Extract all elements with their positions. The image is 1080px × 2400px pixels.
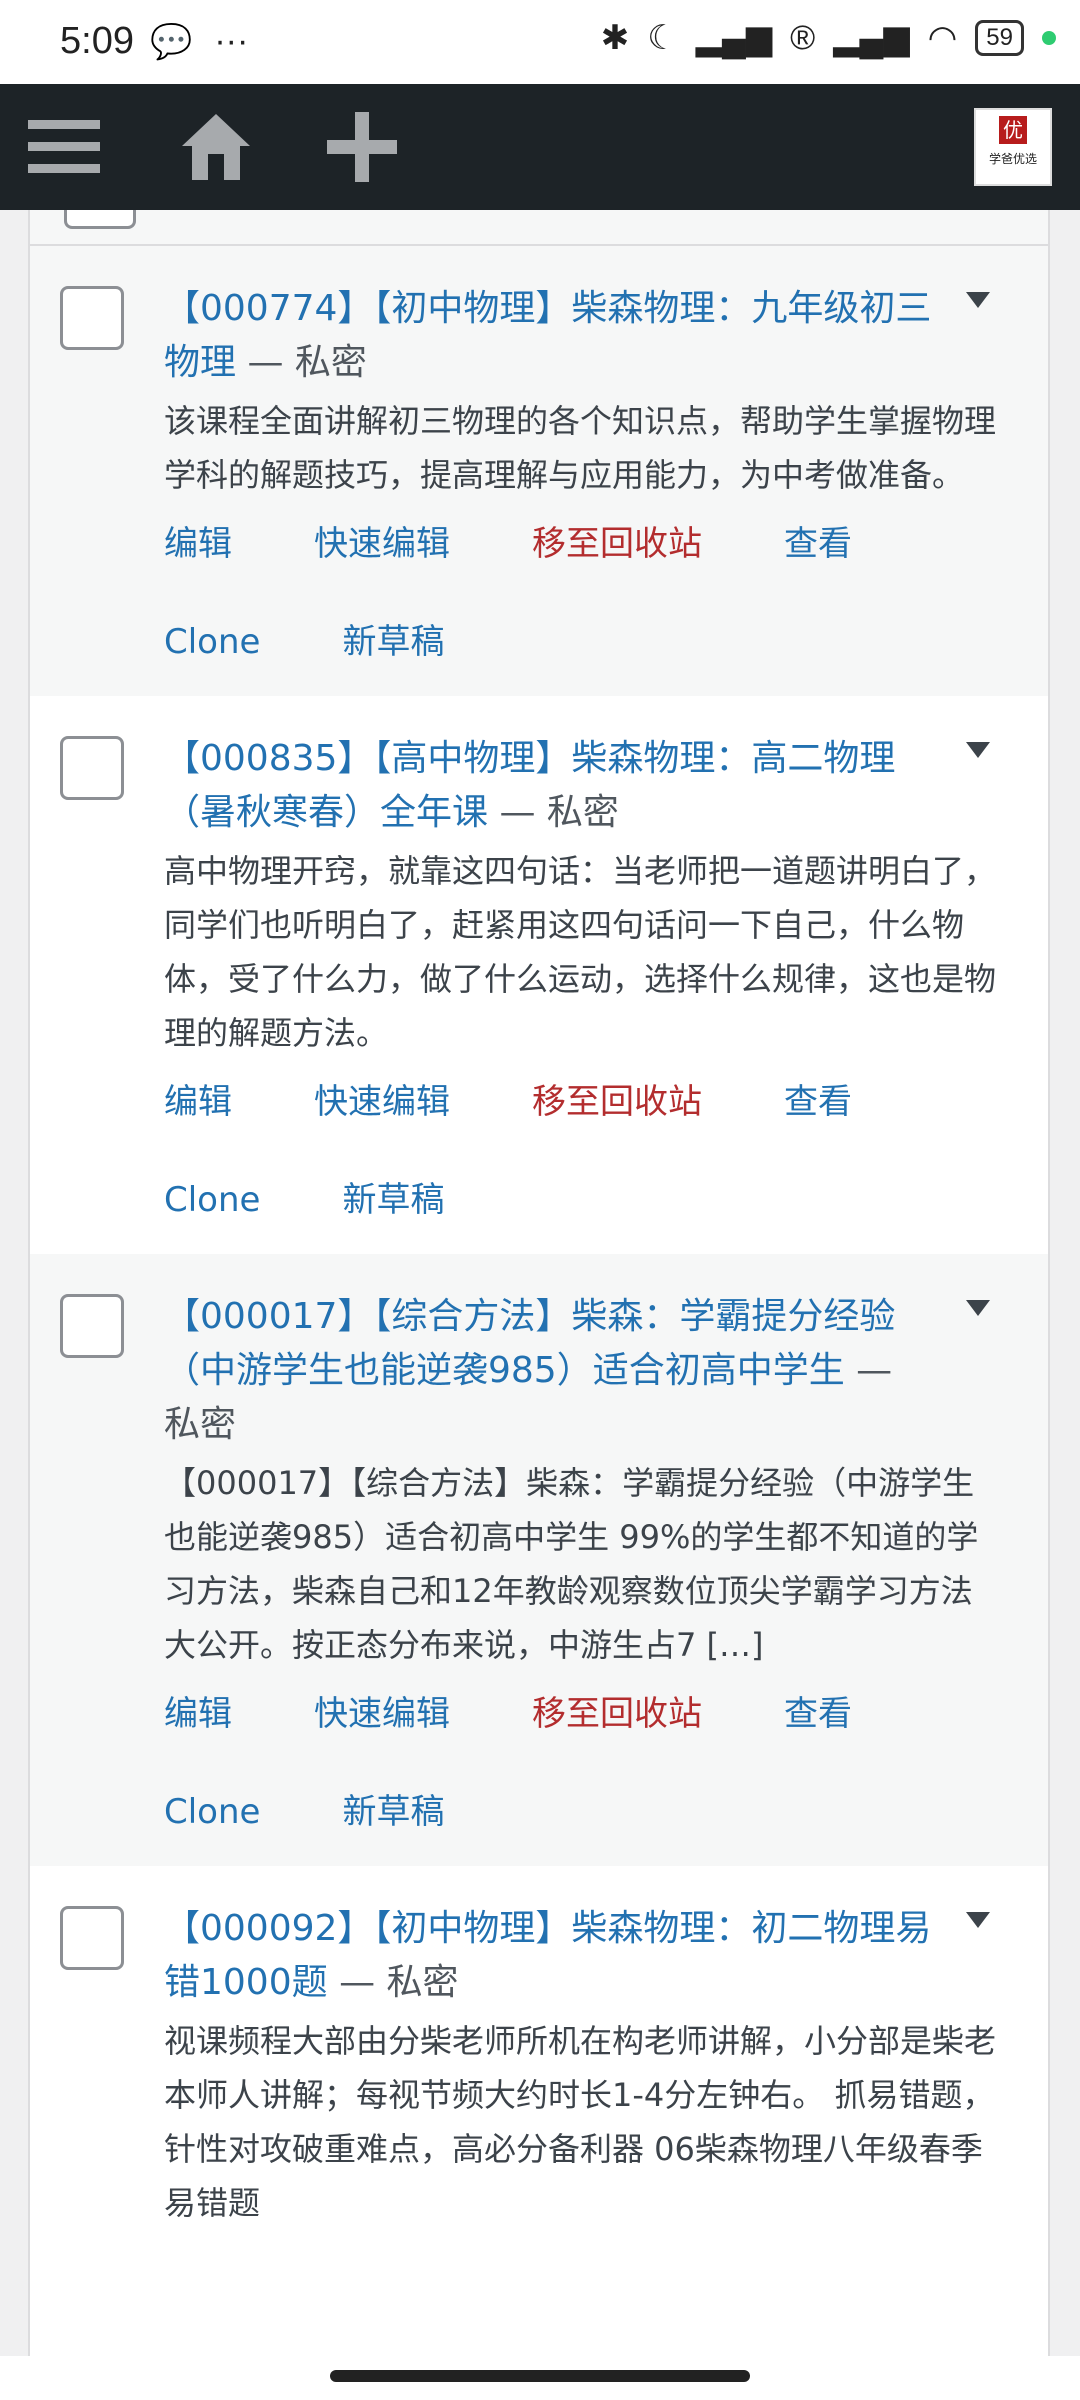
edit-link[interactable]: 编辑 [164, 524, 232, 564]
site-logo[interactable]: 优 学爸优选 [974, 108, 1052, 186]
row-actions: 编辑 快速编辑 移至回收站 查看 Clone 新草稿 [164, 1694, 998, 1832]
signal-icon: ▂▄▆ [695, 19, 773, 57]
post-checkbox[interactable] [60, 1294, 124, 1358]
edit-link[interactable]: 编辑 [164, 1694, 232, 1734]
post-row: 【000017】【综合方法】柴森：学霸提分经验（中游学生也能逆袭985）适合初高… [30, 1254, 1048, 1866]
edit-link[interactable]: 编辑 [164, 1082, 232, 1122]
status-bar: 5:09 💬 ··· ✱ ☾ ▂▄▆ ® ▂▄▆ ◠ 59 [0, 0, 1080, 84]
trash-link[interactable]: 移至回收站 [532, 524, 702, 564]
home-icon[interactable] [176, 110, 256, 184]
logo-text: 学爸优选 [988, 152, 1037, 166]
quick-edit-link[interactable]: 快速编辑 [314, 1082, 450, 1122]
more-notifications-icon: ··· [214, 22, 249, 60]
view-link[interactable]: 查看 [784, 524, 852, 564]
post-excerpt: 【000017】【综合方法】柴森：学霸提分经验（中游学生也能逆袭985）适合初高… [164, 1464, 979, 1664]
trash-link[interactable]: 移至回收站 [532, 1694, 702, 1734]
post-checkbox[interactable] [60, 286, 124, 350]
new-draft-link[interactable]: 新草稿 [342, 1180, 444, 1220]
menu-icon[interactable] [24, 110, 104, 184]
post-excerpt: 视课频程大部由分柴老师所机在构老师讲解，小分部是柴老本师人讲解；每视节频大约时长… [164, 2022, 997, 2222]
row-actions: 编辑 快速编辑 移至回收站 查看 Clone 新草稿 [164, 524, 998, 662]
quick-edit-link[interactable]: 快速编辑 [314, 524, 450, 564]
view-link[interactable]: 查看 [784, 1082, 852, 1122]
wifi-icon: ◠ [927, 19, 958, 57]
clone-link[interactable]: Clone [164, 622, 260, 662]
quick-edit-link[interactable]: 快速编辑 [314, 1694, 450, 1734]
post-title-link[interactable]: 【000017】【综合方法】柴森：学霸提分经验（中游学生也能逆袭985）适合初高… [164, 1296, 895, 1391]
post-state: — 私密 [327, 1962, 459, 2003]
clone-link[interactable]: Clone [164, 1792, 260, 1832]
checkbox[interactable] [64, 210, 136, 229]
gesture-nav-bar [0, 2356, 1080, 2400]
status-time: 5:09 [60, 20, 134, 62]
trash-link[interactable]: 移至回收站 [532, 1082, 702, 1122]
battery-indicator: 59 [975, 20, 1024, 56]
admin-toolbar: 优 学爸优选 [0, 84, 1080, 210]
posts-list: 【000774】【初中物理】柴森物理：九年级初三物理 — 私密 该课程全面讲解初… [28, 210, 1050, 2356]
add-new-icon[interactable] [322, 110, 402, 184]
row-toggle-icon[interactable] [966, 1912, 990, 1928]
post-checkbox[interactable] [60, 736, 124, 800]
post-state: — 私密 [488, 792, 619, 833]
chat-notification-icon: 💬 [150, 23, 193, 61]
clone-link[interactable]: Clone [164, 1180, 260, 1220]
row-toggle-icon[interactable] [966, 292, 990, 308]
post-state: — 私密 [236, 342, 367, 383]
do-not-disturb-icon: ☾ [647, 19, 678, 57]
new-draft-link[interactable]: 新草稿 [342, 622, 444, 662]
post-row: 【000835】【高中物理】柴森物理：高二物理（暑秋寒春）全年课 — 私密 高中… [30, 696, 1048, 1254]
post-excerpt: 该课程全面讲解初三物理的各个知识点，帮助学生掌握物理学科的解题技巧，提高理解与应… [164, 402, 997, 494]
signal-icon-2: ▂▄▆ [833, 19, 910, 57]
post-row: 【000774】【初中物理】柴森物理：九年级初三物理 — 私密 该课程全面讲解初… [30, 246, 1048, 696]
registered-icon: ® [790, 18, 816, 57]
row-actions: 编辑 快速编辑 移至回收站 查看 Clone 新草稿 [164, 1082, 998, 1220]
bluetooth-icon: ✱ [600, 19, 630, 57]
privacy-dot-icon [1042, 31, 1056, 45]
post-title-link[interactable]: 【000092】【初中物理】柴森物理：初二物理易错1000题 [164, 1908, 931, 2003]
logo-mark: 优 [999, 116, 1027, 144]
row-toggle-icon[interactable] [966, 742, 990, 758]
new-draft-link[interactable]: 新草稿 [342, 1792, 444, 1832]
home-gesture-handle[interactable] [330, 2370, 750, 2382]
view-link[interactable]: 查看 [784, 1694, 852, 1734]
post-checkbox[interactable] [60, 1906, 124, 1970]
row-toggle-icon[interactable] [966, 1300, 990, 1316]
post-row: 【000092】【初中物理】柴森物理：初二物理易错1000题 — 私密 视课频程… [30, 1866, 1048, 2264]
previous-row-stub [30, 210, 1048, 246]
post-excerpt: 高中物理开窍，就靠这四句话：当老师把一道题讲明白了，同学们也听明白了，赶紧用这四… [164, 852, 997, 1052]
